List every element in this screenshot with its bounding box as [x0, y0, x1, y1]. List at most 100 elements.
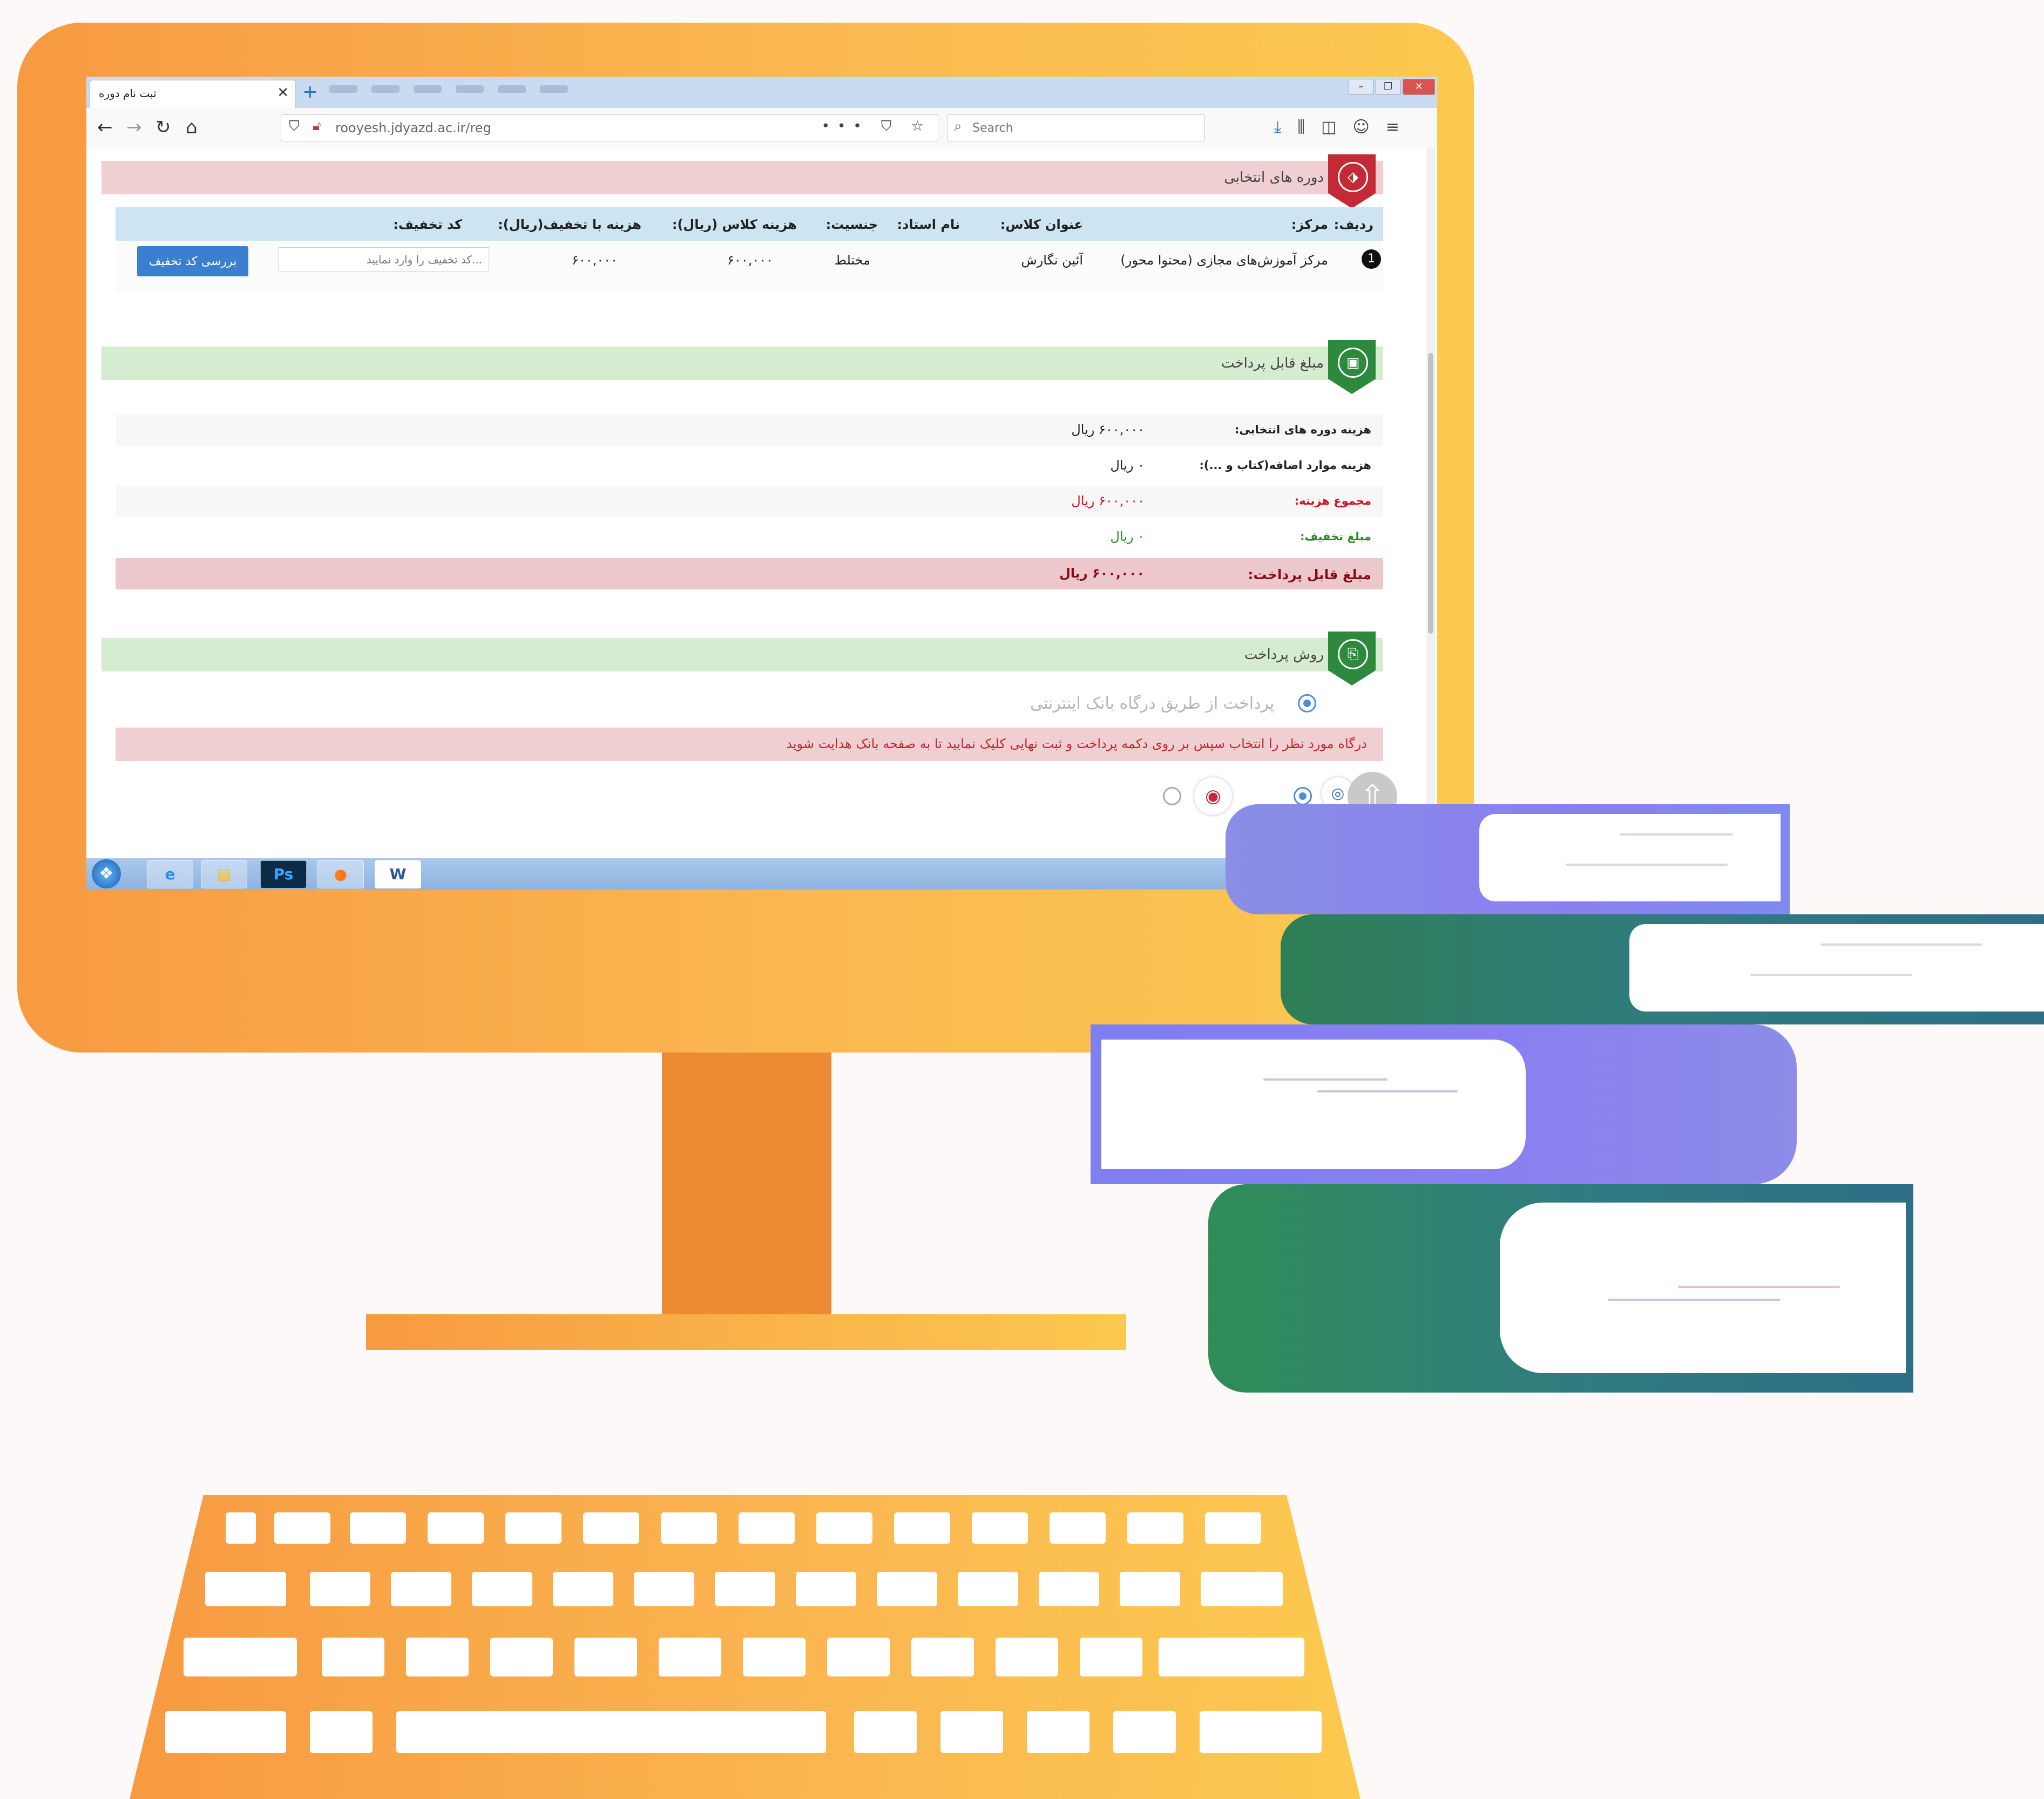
payable-value: ۶۰۰,۰۰۰ ریال — [1071, 493, 1145, 508]
section-title: روش پرداخت — [1244, 647, 1324, 663]
menu-item[interactable] — [456, 85, 484, 93]
browser-nav-bar: ← → ↻ ⌂ ⛉ 🔓︎ rooyesh.jdyazd.ac.ir/reg ••… — [86, 108, 1437, 148]
search-bar[interactable]: ⌕ — [947, 114, 1205, 141]
key — [1159, 1638, 1304, 1676]
cell-class-title: آئین نگارش — [1021, 253, 1083, 268]
menu-item[interactable] — [329, 85, 357, 93]
home-icon[interactable]: ⌂ — [186, 117, 198, 138]
key — [1050, 1512, 1106, 1544]
internet-gateway-radio[interactable] — [1298, 694, 1316, 712]
restore-button[interactable]: ❐ — [1376, 79, 1400, 95]
firefox-icon[interactable]: ● — [317, 860, 364, 888]
key — [972, 1512, 1028, 1544]
key — [226, 1512, 256, 1544]
internet-explorer-icon[interactable]: e — [147, 860, 193, 888]
key — [659, 1638, 721, 1676]
book-pages — [1629, 924, 2044, 1011]
minimize-button[interactable]: – — [1349, 79, 1373, 95]
key — [391, 1572, 451, 1606]
window-close-button[interactable]: ✕ — [1403, 79, 1435, 95]
key — [1205, 1512, 1261, 1544]
key — [1027, 1711, 1089, 1753]
page-actions-icons[interactable]: ••• ⛉ ☆ — [822, 118, 931, 135]
key — [743, 1638, 806, 1676]
page-line — [1750, 974, 1912, 976]
key — [1039, 1572, 1099, 1606]
hamburger-menu-icon[interactable]: ≡ — [1386, 118, 1399, 137]
photoshop-icon[interactable]: Ps — [260, 860, 307, 888]
key — [877, 1572, 937, 1606]
bank-gateway-radio[interactable] — [1163, 787, 1181, 805]
payment-icon: ⎘ — [1338, 639, 1368, 669]
browser-tab[interactable]: ثبت نام دوره ✕ — [90, 80, 296, 108]
menu-item[interactable] — [371, 85, 400, 93]
monitor-stand-neck — [662, 1053, 831, 1314]
key — [894, 1512, 950, 1544]
menu-item[interactable] — [540, 85, 568, 93]
selected-courses-header: دوره های انتخابی ⬗ — [101, 154, 1383, 208]
back-arrow-icon[interactable]: ← — [97, 117, 113, 138]
key — [854, 1711, 917, 1753]
section-title: مبلغ قابل پرداخت — [1221, 355, 1324, 371]
book-purple-middle — [1091, 1024, 1797, 1184]
courses-table: ردیف: مرکز: عنوان کلاس: نام استاد: جنسیت… — [116, 207, 1383, 291]
reload-icon[interactable]: ↻ — [155, 117, 171, 138]
key — [574, 1638, 637, 1676]
key — [553, 1572, 613, 1606]
book-pages — [1479, 814, 1781, 901]
toolbar-icons: ⤓ ⫼ ◫ ☺ ≡ — [1274, 118, 1399, 137]
discount-code-input[interactable] — [279, 247, 489, 272]
keyboard — [130, 1495, 1361, 1799]
menu-item[interactable] — [414, 85, 442, 93]
key — [1201, 1572, 1283, 1606]
folder-icon[interactable]: ▤ — [201, 860, 247, 888]
download-icon[interactable]: ⤓ — [1274, 118, 1281, 137]
url-text[interactable]: rooyesh.jdyazd.ac.ir/reg — [335, 120, 491, 135]
key — [310, 1711, 373, 1753]
sidebar-icon[interactable]: ◫ — [1321, 118, 1336, 137]
payable-amount-header: مبلغ قابل پرداخت ▣ — [101, 340, 1383, 394]
payable-value: ۰ ریال — [1110, 458, 1145, 473]
key — [940, 1711, 1003, 1753]
spacebar-key — [396, 1711, 826, 1753]
col-class-fee: هزینه کلاس (ریال): — [672, 217, 797, 232]
col-row: ردیف: — [1334, 217, 1373, 232]
payable-label: هزینه دوره های انتخابی: — [1235, 423, 1371, 436]
col-center: مرکز: — [1291, 217, 1328, 232]
forward-arrow-icon[interactable]: → — [126, 117, 142, 138]
key — [1200, 1711, 1322, 1753]
key — [661, 1512, 717, 1544]
col-class-title: عنوان کلاس: — [1000, 217, 1083, 232]
account-icon[interactable]: ☺ — [1352, 118, 1369, 137]
row-number: 1 — [1362, 249, 1381, 269]
page-line — [1820, 943, 1982, 946]
payable-label: مبلغ تخفیف: — [1300, 530, 1371, 543]
close-icon[interactable]: ✕ — [277, 85, 289, 101]
browser-tab-bar: ثبت نام دوره ✕ + – ❐ ✕ — [86, 77, 1437, 108]
payable-row: هزینه موارد اضافه(کتاب و ...): ۰ ریال — [116, 450, 1383, 481]
payable-value: ۶۰۰,۰۰۰ ریال — [1071, 422, 1145, 437]
plus-icon[interactable]: + — [302, 81, 318, 103]
insecure-lock-icon[interactable]: 🔓︎ — [313, 118, 321, 133]
key — [583, 1512, 639, 1544]
payment-badge-icon: ⎘ — [1328, 632, 1376, 685]
shield-icon[interactable]: ⛉ — [289, 118, 300, 135]
key — [1120, 1572, 1180, 1606]
payment-option-label[interactable]: پرداخت از طریق درگاه بانک اینترنتی — [1030, 694, 1274, 713]
scrollbar[interactable] — [1426, 148, 1435, 858]
key — [827, 1638, 890, 1676]
tag-badge-icon: ⬗ — [1328, 154, 1376, 208]
col-teacher: نام استاد: — [897, 217, 960, 232]
word-icon[interactable]: W — [375, 860, 421, 888]
search-input[interactable] — [971, 118, 1195, 138]
bank-gateway-radio[interactable] — [1294, 787, 1312, 805]
key — [996, 1638, 1058, 1676]
section-title: دوره های انتخابی — [1224, 169, 1324, 186]
scrollbar-thumb[interactable] — [1428, 353, 1433, 634]
tag-icon: ⬗ — [1338, 162, 1368, 192]
menu-item[interactable] — [498, 85, 526, 93]
library-icon[interactable]: ⫼ — [1297, 118, 1305, 137]
check-discount-button[interactable]: بررسی کد تخفیف — [137, 246, 248, 276]
windows-start-icon[interactable]: ❖ — [92, 859, 121, 888]
url-bar[interactable]: ⛉ 🔓︎ rooyesh.jdyazd.ac.ir/reg ••• ⛉ ☆ — [281, 114, 938, 141]
